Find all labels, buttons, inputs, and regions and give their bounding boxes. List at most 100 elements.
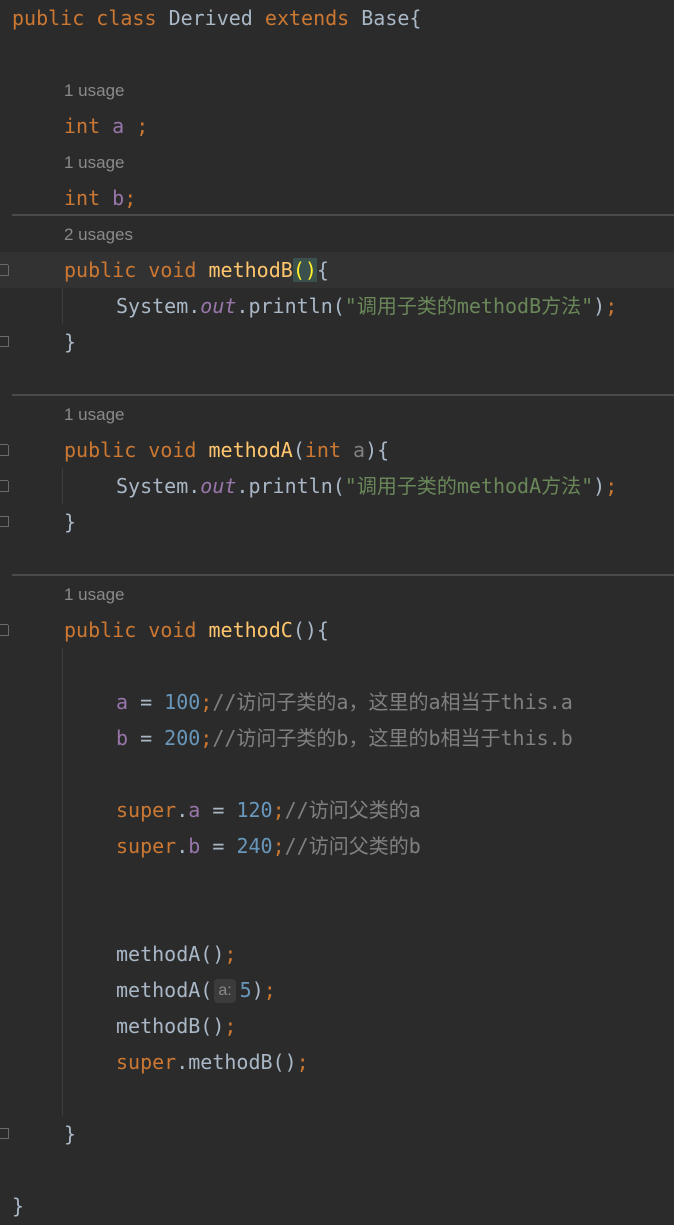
method-c-signature[interactable]: public void methodC(){: [0, 612, 674, 648]
class-name: Derived: [168, 6, 253, 30]
super-keyword: super: [116, 834, 177, 858]
dot: .: [176, 798, 189, 822]
paren-brace: (){: [292, 618, 329, 642]
field-ref: a: [116, 690, 129, 714]
param-name: a: [353, 438, 366, 462]
operator: =: [200, 798, 237, 822]
type-keyword: int: [64, 114, 101, 138]
method-name: methodB: [208, 258, 293, 282]
close-brace: }: [12, 1194, 25, 1218]
close-brace: }: [64, 1122, 77, 1146]
base-class-name: Base: [361, 6, 410, 30]
super-b-line[interactable]: super.b = 240;//访问父类的b: [0, 828, 674, 864]
line-comment: //访问父类的a: [284, 798, 421, 822]
method-call: methodA(): [116, 942, 225, 966]
method-separator: [12, 574, 674, 576]
keyword: public: [64, 258, 137, 282]
operator: =: [200, 834, 237, 858]
number-literal: 5: [239, 978, 252, 1002]
super-keyword: super: [116, 798, 177, 822]
semicolon: ;: [296, 1050, 309, 1074]
field-ref: a: [188, 798, 201, 822]
method-b-end[interactable]: }: [0, 324, 674, 360]
close-paren: ): [251, 978, 264, 1002]
dot: .: [176, 834, 189, 858]
method-a-end[interactable]: }: [0, 504, 674, 540]
field-ref: b: [188, 834, 201, 858]
close-paren-brace: ){: [365, 438, 390, 462]
super-a-line[interactable]: super.a = 120;//访问父类的a: [0, 792, 674, 828]
field-name: a: [112, 114, 125, 138]
method-call: methodA(: [116, 978, 213, 1002]
field-b-line[interactable]: int b;: [0, 180, 674, 216]
semicolon: ;: [224, 1014, 237, 1038]
method-name: methodC: [208, 618, 293, 642]
matched-paren: (: [292, 258, 305, 282]
number-literal: 240: [236, 834, 273, 858]
semicolon: ;: [124, 114, 149, 138]
semicolon: ;: [605, 474, 618, 498]
call-method-a-line[interactable]: methodA();: [0, 936, 674, 972]
number-literal: 200: [164, 726, 201, 750]
semicolon: ;: [272, 834, 285, 858]
semicolon: ;: [272, 798, 285, 822]
line-comment: //访问子类的a，这里的a相当于this.a: [212, 690, 573, 714]
field-name: b: [112, 186, 125, 210]
usage-hint[interactable]: 1 usage: [64, 577, 125, 613]
super-keyword: super: [116, 1050, 177, 1074]
open-brace: {: [316, 258, 329, 282]
semicolon: ;: [124, 186, 137, 210]
usage-hint[interactable]: 1 usage: [64, 397, 125, 433]
method-name: methodA: [208, 438, 293, 462]
static-field: out: [200, 474, 237, 498]
semicolon: ;: [200, 690, 213, 714]
close-paren: ): [593, 294, 606, 318]
call-method-a-arg-line[interactable]: methodA(a: 5);: [0, 972, 674, 1008]
type-keyword: int: [304, 438, 341, 462]
usage-hint[interactable]: 2 usages: [64, 217, 133, 253]
method-call: methodB(): [116, 1014, 225, 1038]
usage-hint[interactable]: 1 usage: [64, 73, 125, 109]
println-call: .println(: [236, 474, 345, 498]
keyword: void: [148, 258, 197, 282]
field-a-line[interactable]: int a ;: [0, 108, 674, 144]
system-ref: System.: [116, 294, 201, 318]
open-paren: (: [292, 438, 305, 462]
call-super-method-b-line[interactable]: super.methodB();: [0, 1044, 674, 1080]
line-comment: //访问父类的b: [284, 834, 421, 858]
usage-hint[interactable]: 1 usage: [64, 145, 125, 181]
method-separator: [12, 394, 674, 396]
call-method-b-line[interactable]: methodB();: [0, 1008, 674, 1044]
matched-paren: ): [304, 258, 317, 282]
keyword: public: [64, 618, 137, 642]
line-comment: //访问子类的b，这里的b相当于this.b: [212, 726, 573, 750]
code-editor[interactable]: public class Derived extends Base{ 1 usa…: [0, 0, 674, 1225]
parameter-inlay-hint: a:: [214, 979, 236, 1003]
method-a-body-line[interactable]: System.out.println("调用子类的methodA方法");: [0, 468, 674, 504]
semicolon: ;: [200, 726, 213, 750]
number-literal: 100: [164, 690, 201, 714]
close-brace: }: [64, 330, 77, 354]
class-declaration-line[interactable]: public class Derived extends Base{: [0, 0, 674, 36]
method-b-body-line[interactable]: System.out.println("调用子类的methodB方法");: [0, 288, 674, 324]
method-c-end[interactable]: }: [0, 1116, 674, 1152]
method-call: .methodB(): [176, 1050, 297, 1074]
keyword: extends: [264, 6, 350, 30]
open-brace: {: [409, 6, 422, 30]
class-end[interactable]: }: [0, 1188, 674, 1224]
keyword: void: [148, 438, 197, 462]
number-literal: 120: [236, 798, 273, 822]
system-ref: System.: [116, 474, 201, 498]
assign-b-line[interactable]: b = 200;//访问子类的b，这里的b相当于this.b: [0, 720, 674, 756]
semicolon: ;: [224, 942, 237, 966]
method-b-signature[interactable]: public void methodB(){: [0, 252, 674, 288]
assign-a-line[interactable]: a = 100;//访问子类的a，这里的a相当于this.a: [0, 684, 674, 720]
close-brace: }: [64, 510, 77, 534]
keyword: public: [12, 6, 85, 30]
keyword: void: [148, 618, 197, 642]
semicolon: ;: [605, 294, 618, 318]
string-literal: "调用子类的methodB方法": [344, 294, 594, 318]
operator: =: [128, 726, 165, 750]
method-a-signature[interactable]: public void methodA(int a){: [0, 432, 674, 468]
operator: =: [128, 690, 165, 714]
